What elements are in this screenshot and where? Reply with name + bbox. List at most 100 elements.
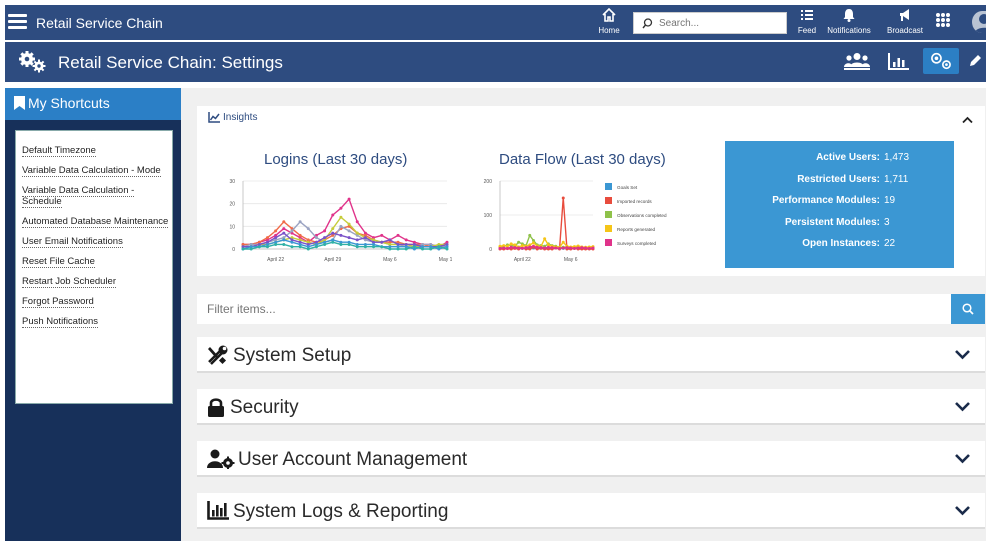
section-user-account-management[interactable]: User Account Management bbox=[197, 441, 985, 477]
chevron-down-icon bbox=[954, 401, 971, 412]
dataflow-chart: 0 100 200 April 22 May 6 Goals Set Imported re… bbox=[479, 173, 704, 268]
data-point bbox=[372, 245, 375, 248]
data-point bbox=[562, 241, 565, 244]
data-point bbox=[356, 220, 359, 223]
data-point bbox=[517, 246, 520, 249]
search-input[interactable] bbox=[659, 15, 779, 31]
data-point bbox=[290, 229, 293, 232]
shortcuts-list: Default Timezone Variable Data Calculati… bbox=[15, 130, 173, 404]
settings-view-button[interactable] bbox=[923, 48, 959, 74]
bar-chart-icon bbox=[888, 52, 910, 70]
data-point bbox=[331, 232, 334, 235]
search-icon bbox=[642, 18, 653, 29]
data-point bbox=[274, 243, 277, 246]
data-point bbox=[446, 248, 449, 251]
filter-input[interactable] bbox=[207, 300, 927, 318]
y-tick-label: 10 bbox=[229, 224, 235, 230]
users-view-button[interactable] bbox=[843, 48, 871, 74]
notifications-button[interactable]: Notifications bbox=[822, 8, 876, 35]
data-point bbox=[536, 246, 539, 249]
data-point bbox=[282, 238, 285, 241]
chevron-down-icon bbox=[954, 453, 971, 464]
bell-icon bbox=[822, 8, 876, 26]
stats-box: Active Users: 1,473 Restricted Users: 1,71… bbox=[725, 141, 954, 268]
shortcut-automated-db-maintenance[interactable]: Automated Database Maintenance bbox=[16, 216, 172, 227]
data-point bbox=[356, 245, 359, 248]
main-content: Insights Logins (Last 30 days) 0 10 20 30 Ap… bbox=[181, 88, 986, 541]
edit-button[interactable] bbox=[966, 48, 984, 74]
data-point bbox=[528, 234, 531, 237]
y-tick-label: 0 bbox=[489, 247, 492, 253]
shortcut-reset-file-cache[interactable]: Reset File Cache bbox=[16, 256, 172, 267]
x-tick-label: April 29 bbox=[324, 257, 341, 263]
shortcut-restart-job-scheduler[interactable]: Restart Job Scheduler bbox=[16, 276, 172, 287]
shortcut-variable-data-mode[interactable]: Variable Data Calculation - Mode bbox=[16, 165, 172, 176]
legend-swatch bbox=[605, 197, 612, 204]
data-point bbox=[554, 246, 557, 249]
section-security[interactable]: Security bbox=[197, 389, 985, 425]
data-point bbox=[502, 246, 505, 249]
shortcut-user-email-notifications[interactable]: User Email Notifications bbox=[16, 236, 172, 247]
stat-performance-modules: Performance Modules: 19 bbox=[725, 195, 954, 217]
hamburger-menu-icon[interactable] bbox=[8, 14, 27, 29]
shortcuts-title: My Shortcuts bbox=[28, 95, 110, 111]
shortcut-variable-data-schedule[interactable]: Variable Data Calculation - Schedule bbox=[16, 185, 172, 207]
data-point bbox=[323, 229, 326, 232]
pencil-icon bbox=[968, 54, 982, 68]
data-point bbox=[339, 216, 342, 219]
shortcut-forgot-password[interactable]: Forgot Password bbox=[16, 296, 172, 307]
user-avatar[interactable] bbox=[972, 11, 986, 33]
y-tick-label: 200 bbox=[484, 179, 493, 185]
legend-label: Reports generated bbox=[617, 227, 655, 232]
app-title[interactable]: Retail Service Chain bbox=[36, 15, 163, 31]
insights-header[interactable]: Insights bbox=[208, 112, 257, 123]
data-point bbox=[429, 248, 432, 251]
filter-search-button[interactable] bbox=[951, 294, 985, 324]
stat-persistent-modules: Persistent Modules: 3 bbox=[725, 217, 954, 239]
data-point bbox=[339, 225, 342, 228]
shortcut-push-notifications[interactable]: Push Notifications bbox=[16, 316, 172, 327]
logins-chart: 0 10 20 30 April 22 April 29 May 6 May 13 bbox=[227, 173, 452, 268]
section-system-setup[interactable]: System Setup bbox=[197, 337, 985, 373]
y-tick-label: 100 bbox=[484, 213, 493, 219]
shortcut-default-timezone[interactable]: Default Timezone bbox=[16, 145, 172, 156]
apps-grid-button[interactable] bbox=[933, 12, 953, 30]
shortcuts-sidebar: My Shortcuts Default Timezone Variable D… bbox=[5, 88, 181, 541]
section-title-system-setup: System Setup bbox=[233, 345, 351, 367]
page-title: Retail Service Chain: Settings bbox=[58, 53, 283, 73]
feed-button[interactable]: Feed bbox=[794, 8, 820, 35]
data-point bbox=[315, 236, 318, 239]
data-point bbox=[528, 245, 531, 248]
data-point bbox=[413, 245, 416, 248]
data-point bbox=[274, 229, 277, 232]
data-point bbox=[521, 244, 524, 247]
data-point bbox=[513, 246, 516, 249]
y-tick-label: 0 bbox=[232, 247, 235, 253]
data-point bbox=[577, 246, 580, 249]
stat-open-instances: Open Instances: 22 bbox=[725, 238, 954, 260]
data-point bbox=[364, 236, 367, 239]
settings-header: Retail Service Chain: Settings bbox=[5, 42, 986, 82]
data-point bbox=[266, 236, 269, 239]
home-button[interactable]: Home bbox=[595, 8, 623, 35]
global-search[interactable] bbox=[633, 12, 787, 34]
megaphone-icon bbox=[883, 8, 927, 26]
top-navbar: Retail Service Chain Home Feed Notificat… bbox=[5, 5, 986, 40]
data-point bbox=[543, 246, 546, 249]
data-point bbox=[348, 236, 351, 239]
data-point bbox=[532, 241, 535, 244]
broadcast-button[interactable]: Broadcast bbox=[883, 8, 927, 35]
data-point bbox=[348, 223, 351, 226]
data-point bbox=[339, 243, 342, 246]
x-tick-label: May 6 bbox=[564, 257, 578, 263]
data-point bbox=[315, 245, 318, 248]
data-point bbox=[558, 247, 561, 250]
reports-view-button[interactable] bbox=[886, 48, 912, 74]
data-point bbox=[539, 246, 542, 249]
data-point bbox=[290, 241, 293, 244]
data-point bbox=[388, 238, 391, 241]
x-tick-label: May 6 bbox=[383, 257, 397, 263]
user-avatar-icon bbox=[972, 11, 986, 33]
section-system-logs-reporting[interactable]: System Logs & Reporting bbox=[197, 493, 985, 529]
collapse-insights-button[interactable] bbox=[962, 111, 973, 129]
